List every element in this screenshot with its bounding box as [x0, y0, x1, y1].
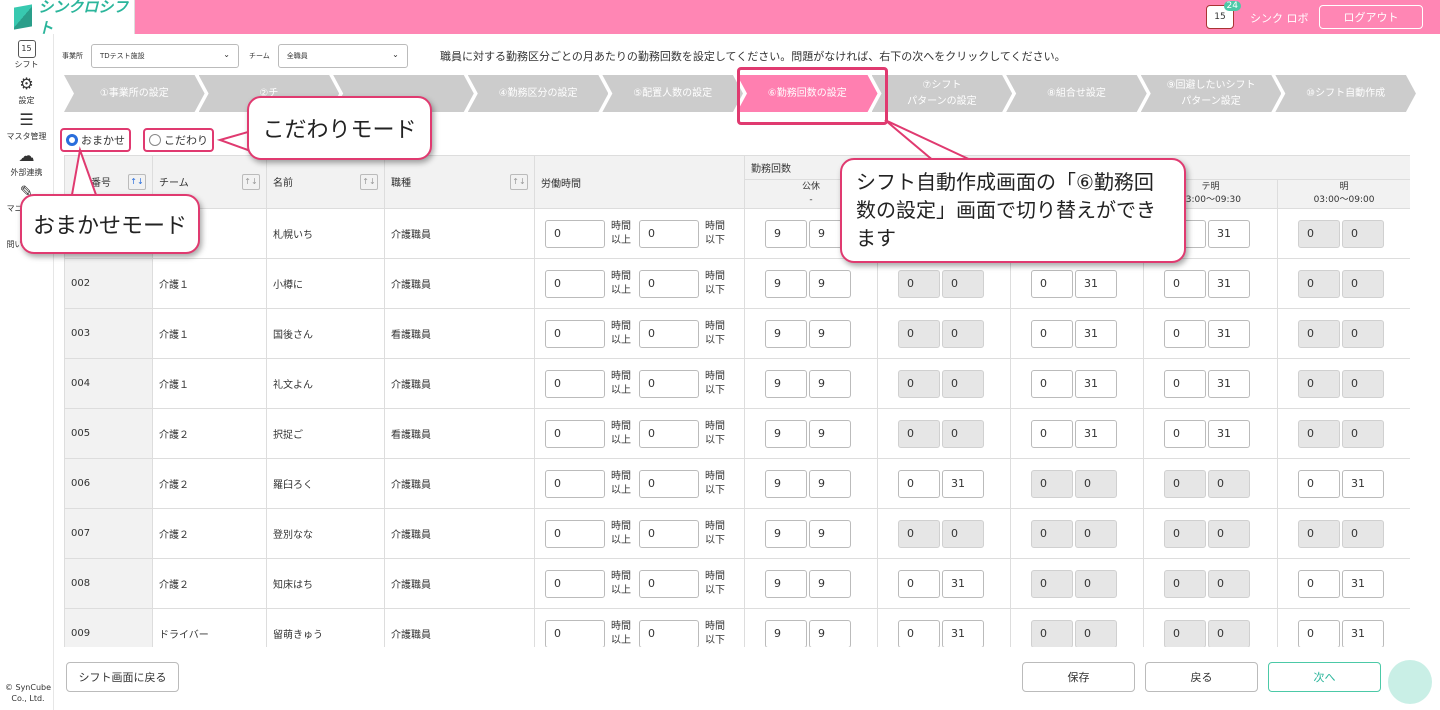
switch-callout-tail	[884, 119, 976, 163]
kodawari-callout: こだわりモード	[247, 96, 432, 160]
switch-callout: シフト自動作成画面の「⑥勤務回数の設定」画面で切り替えができます	[840, 158, 1186, 263]
omakase-callout: おまかせモード	[20, 194, 200, 254]
annotation-arrows	[68, 119, 976, 207]
